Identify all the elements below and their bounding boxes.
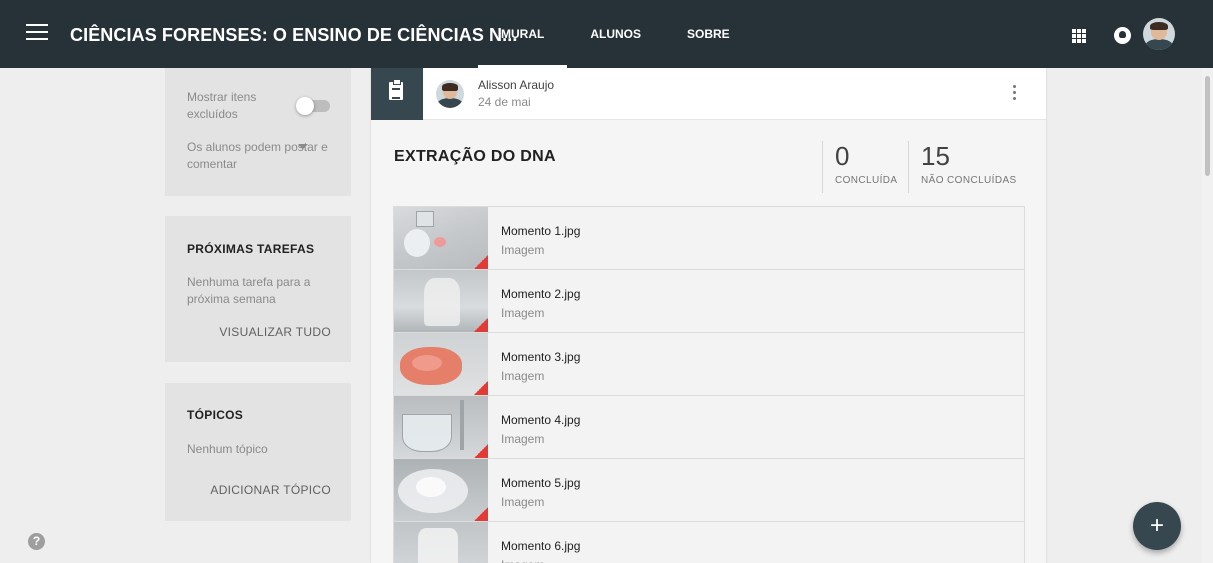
post-permission-select[interactable]: Os alunos podem postar e comentar bbox=[187, 139, 337, 173]
image-thumbnail bbox=[394, 207, 488, 269]
attachment-name: Momento 4.jpg bbox=[501, 413, 581, 427]
scrollbar-thumb[interactable] bbox=[1205, 76, 1210, 176]
attachment-item[interactable]: Momento 1.jpg Imagem bbox=[393, 207, 1025, 270]
post-body: EXTRAÇÃO DO DNA 0 CONCLUÍDA 15 NÃO CONCL… bbox=[371, 120, 1046, 563]
assignment-post: Alisson Araujo 24 de mai EXTRAÇÃO DO DNA… bbox=[371, 68, 1046, 563]
show-deleted-toggle[interactable] bbox=[296, 97, 330, 115]
dropdown-arrow-icon[interactable] bbox=[298, 144, 308, 149]
attachment-name: Momento 3.jpg bbox=[501, 350, 581, 364]
pending-count: 15 bbox=[921, 141, 950, 171]
menu-icon[interactable] bbox=[26, 24, 48, 42]
tab-mural[interactable]: MURAL bbox=[478, 0, 568, 68]
view-all-link[interactable]: VISUALIZAR TUDO bbox=[219, 325, 331, 339]
notifications-icon[interactable] bbox=[1114, 27, 1131, 44]
post-header: Alisson Araujo 24 de mai bbox=[371, 68, 1046, 120]
top-app-bar: CIÊNCIAS FORENSES: O ENSINO DE CIÊNCIAS … bbox=[0, 0, 1213, 68]
tab-sobre[interactable]: SOBRE bbox=[664, 0, 753, 68]
attachment-name: Momento 1.jpg bbox=[501, 224, 581, 238]
add-topic-link[interactable]: ADICIONAR TÓPICO bbox=[210, 483, 331, 497]
attachment-item[interactable]: Momento 6.jpg Imagem bbox=[393, 522, 1025, 563]
image-thumbnail bbox=[394, 270, 488, 332]
attachment-type: Imagem bbox=[501, 558, 544, 563]
attachment-list: Momento 1.jpg Imagem Momento 2.jpg Image… bbox=[393, 206, 1025, 563]
tab-alunos[interactable]: ALUNOS bbox=[567, 0, 664, 68]
attachment-item[interactable]: Momento 3.jpg Imagem bbox=[393, 333, 1025, 396]
attachment-type: Imagem bbox=[501, 495, 545, 509]
done-count: 0 bbox=[835, 141, 850, 171]
add-button[interactable]: + bbox=[1133, 502, 1181, 550]
author-avatar[interactable] bbox=[436, 80, 464, 108]
done-stat[interactable]: 0 CONCLUÍDA bbox=[822, 141, 908, 193]
topics-empty-text: Nenhum tópico bbox=[187, 442, 268, 456]
upcoming-tasks-empty-text: Nenhuma tarefa para a próxima semana bbox=[187, 275, 311, 306]
upcoming-tasks-heading: PRÓXIMAS TAREFAS bbox=[187, 242, 315, 256]
pending-label: NÃO CONCLUÍDAS bbox=[921, 175, 1017, 186]
image-thumbnail bbox=[394, 396, 488, 458]
done-label: CONCLUÍDA bbox=[835, 175, 898, 186]
more-options-icon[interactable] bbox=[1011, 85, 1017, 103]
account-avatar[interactable] bbox=[1143, 18, 1175, 50]
attachment-name: Momento 6.jpg bbox=[501, 539, 581, 553]
attachment-type: Imagem bbox=[501, 432, 545, 446]
attachment-type: Imagem bbox=[501, 306, 545, 320]
attachment-item[interactable]: Momento 5.jpg Imagem bbox=[393, 459, 1025, 522]
image-thumbnail bbox=[394, 522, 488, 563]
upcoming-tasks-card: PRÓXIMAS TAREFAS Nenhuma tarefa para a p… bbox=[165, 216, 351, 362]
assignment-title[interactable]: EXTRAÇÃO DO DNA bbox=[394, 148, 556, 166]
topics-card: TÓPICOS Nenhum tópico ADICIONAR TÓPICO bbox=[165, 383, 351, 521]
attachment-name: Momento 5.jpg bbox=[501, 476, 581, 490]
attachment-type: Imagem bbox=[501, 243, 545, 257]
course-nav-tabs: MURAL ALUNOS SOBRE bbox=[478, 0, 753, 68]
help-icon[interactable]: ? bbox=[28, 533, 45, 550]
attachment-type: Imagem bbox=[501, 369, 545, 383]
apps-grid-icon[interactable] bbox=[1072, 29, 1086, 43]
show-deleted-label: Mostrar itens excluídos bbox=[187, 90, 257, 121]
author-name: Alisson Araujo bbox=[478, 78, 555, 92]
attachment-item[interactable]: Momento 2.jpg Imagem bbox=[393, 270, 1025, 333]
topics-heading: TÓPICOS bbox=[187, 408, 244, 422]
attachment-name: Momento 2.jpg bbox=[501, 287, 581, 301]
assignment-icon bbox=[371, 68, 423, 120]
class-settings-card: Mostrar itens excluídos Os alunos podem … bbox=[165, 68, 351, 196]
pending-stat[interactable]: 15 NÃO CONCLUÍDAS bbox=[908, 141, 1028, 193]
course-title[interactable]: CIÊNCIAS FORENSES: O ENSINO DE CIÊNCIAS … bbox=[70, 25, 517, 46]
attachment-item[interactable]: Momento 4.jpg Imagem bbox=[393, 396, 1025, 459]
image-thumbnail bbox=[394, 333, 488, 395]
image-thumbnail bbox=[394, 459, 488, 521]
post-date: 24 de mai bbox=[478, 95, 531, 109]
page-scrollbar[interactable] bbox=[1202, 68, 1213, 563]
